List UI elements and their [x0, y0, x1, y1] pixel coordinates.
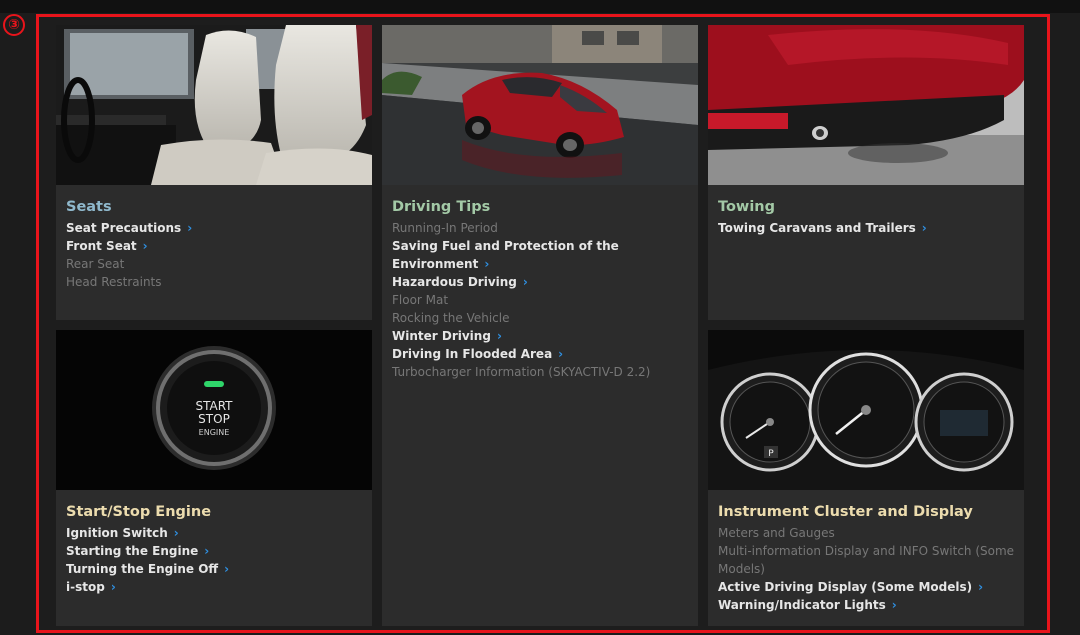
link-label: Saving Fuel and Protection of the Enviro… — [392, 239, 619, 271]
text-rocking-the-vehicle: Rocking the Vehicle — [392, 311, 510, 325]
seats-title: Seats — [66, 199, 112, 215]
link-active-driving-display[interactable]: Active Driving Display (Some Models) › — [718, 578, 1018, 596]
link-label: Hazardous Driving — [392, 275, 517, 289]
chevron-right-icon: › — [921, 221, 927, 235]
start-stop-body: Start/Stop Engine Ignition Switch › Start… — [66, 502, 366, 596]
chevron-right-icon: › — [204, 544, 210, 558]
link-saving-fuel[interactable]: Saving Fuel and Protection of the Enviro… — [392, 237, 692, 273]
text-multi-information-display: Multi-information Display and INFO Switc… — [718, 544, 1015, 576]
top-bar — [0, 0, 1080, 13]
link-label: Driving In Flooded Area — [392, 347, 553, 361]
gear-indicator: P — [768, 449, 774, 459]
driving-body: Driving Tips Running-In Period Saving Fu… — [392, 197, 692, 381]
towing-photo — [708, 25, 1024, 185]
link-label: Front Seat — [66, 239, 137, 253]
link-label: Towing Caravans and Trailers — [718, 221, 916, 235]
panel-seats: Seats Seat Precautions › Front Seat › Rear… — [56, 25, 372, 320]
annotation-marker: ③ — [3, 14, 25, 36]
text-running-in-period: Running-In Period — [392, 221, 498, 235]
driving-photo — [382, 25, 698, 185]
link-i-stop[interactable]: i-stop › — [66, 578, 366, 596]
engine-label: ENGINE — [199, 428, 230, 437]
link-label: Ignition Switch — [66, 526, 168, 540]
driving-title: Driving Tips — [392, 199, 491, 215]
link-label: i-stop — [66, 580, 105, 594]
chevron-right-icon: › — [110, 580, 116, 594]
link-label: Active Driving Display (Some Models) — [718, 580, 973, 594]
link-label: Winter Driving — [392, 329, 491, 343]
link-label: Seat Precautions — [66, 221, 182, 235]
link-hazardous-driving[interactable]: Hazardous Driving › — [392, 273, 692, 291]
towing-title: Towing — [718, 199, 775, 215]
cluster-body: Instrument Cluster and Display Meters an… — [718, 502, 1018, 614]
text-meters-and-gauges: Meters and Gauges — [718, 526, 835, 540]
chevron-right-icon: › — [522, 275, 528, 289]
chevron-right-icon: › — [496, 329, 502, 343]
start-stop-photo: START STOP ENGINE — [56, 330, 372, 490]
text-rear-seat: Rear Seat — [66, 257, 125, 271]
stop-label: STOP — [198, 412, 230, 426]
highlight-frame: Seats Seat Precautions › Front Seat › Rear… — [36, 14, 1050, 633]
chevron-right-icon: › — [978, 580, 984, 594]
chevron-right-icon: › — [224, 562, 230, 576]
link-towing-caravans[interactable]: Towing Caravans and Trailers › — [718, 219, 1018, 237]
text-turbocharger-information: Turbocharger Information (SKYACTIV-D 2.2… — [392, 365, 651, 379]
start-label: START — [195, 399, 233, 413]
cluster-photo: P — [708, 330, 1024, 490]
panel-driving-tips: Driving Tips Running-In Period Saving Fu… — [382, 25, 698, 626]
link-ignition-switch[interactable]: Ignition Switch › — [66, 524, 366, 542]
seats-photo — [56, 25, 372, 185]
link-starting-engine[interactable]: Starting the Engine › — [66, 542, 366, 560]
seats-body: Seats Seat Precautions › Front Seat › Rear… — [66, 197, 366, 291]
link-front-seat[interactable]: Front Seat › — [66, 237, 366, 255]
link-warning-indicator-lights[interactable]: Warning/Indicator Lights › — [718, 596, 1018, 614]
link-seat-precautions[interactable]: Seat Precautions › — [66, 219, 366, 237]
cluster-title: Instrument Cluster and Display — [718, 504, 973, 520]
link-label: Turning the Engine Off — [66, 562, 219, 576]
chevron-right-icon: › — [187, 221, 193, 235]
start-stop-title: Start/Stop Engine — [66, 504, 212, 520]
chevron-right-icon: › — [484, 257, 490, 271]
text-floor-mat: Floor Mat — [392, 293, 449, 307]
panel-start-stop-engine: START STOP ENGINE Start/Stop Engine Igni… — [56, 330, 372, 626]
chevron-right-icon: › — [142, 239, 148, 253]
link-turning-engine-off[interactable]: Turning the Engine Off › — [66, 560, 366, 578]
panel-towing: Towing Towing Caravans and Trailers › — [708, 25, 1024, 320]
chevron-right-icon: › — [173, 526, 179, 540]
chevron-right-icon: › — [891, 598, 897, 612]
panel-instrument-cluster: P Instrument Cluster and Display Meters … — [708, 330, 1024, 626]
text-head-restraints: Head Restraints — [66, 275, 162, 289]
link-winter-driving[interactable]: Winter Driving › — [392, 327, 692, 345]
link-label: Starting the Engine — [66, 544, 199, 558]
towing-body: Towing Towing Caravans and Trailers › — [718, 197, 1018, 237]
link-label: Warning/Indicator Lights — [718, 598, 886, 612]
chevron-right-icon: › — [558, 347, 564, 361]
link-driving-flooded-area[interactable]: Driving In Flooded Area › — [392, 345, 692, 363]
